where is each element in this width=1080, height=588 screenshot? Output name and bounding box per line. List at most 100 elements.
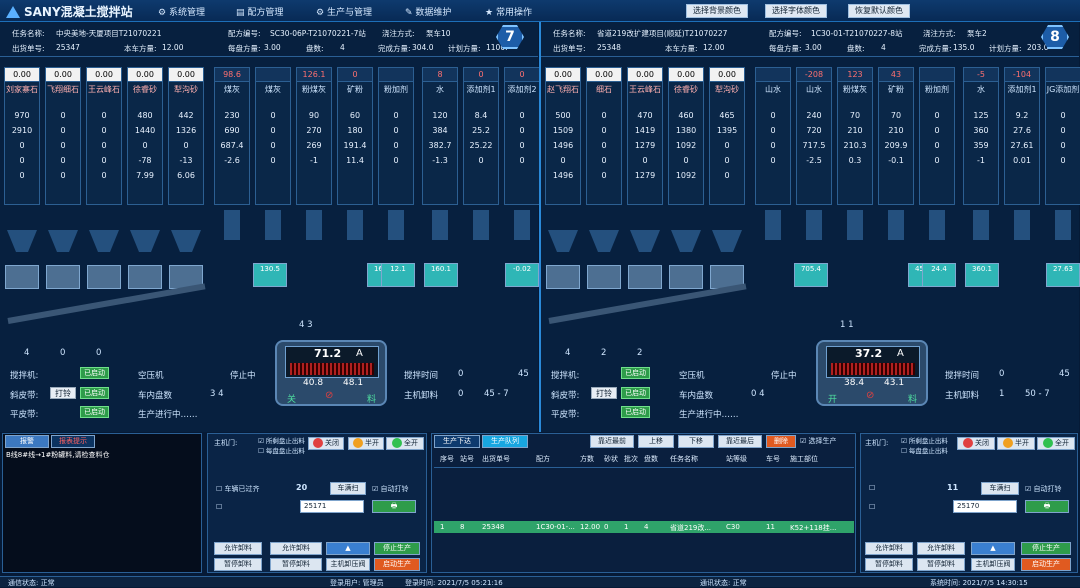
start-production-button[interactable]: 启动生产 — [374, 558, 420, 571]
pause-discharge-button-2[interactable]: 暂停卸料 — [270, 558, 322, 571]
car-full-button[interactable]: 车满扫 — [330, 482, 366, 495]
mixer[interactable]: 71.2 A 40.8 48.1 关 料 ⊘ — [275, 340, 387, 406]
material-column[interactable]: 123 粉煤灰 70 210 210.3 0.3 — [837, 67, 873, 205]
material-column[interactable]: 粉加剂 0 0 0 0 — [378, 67, 414, 205]
car-passed[interactable]: ☐ 车辆已过齐 — [216, 484, 260, 494]
start-production-button[interactable]: 启动生产 — [1021, 558, 1071, 571]
font-color-button[interactable]: 选择字体颜色 — [765, 4, 827, 18]
cb-stop-each[interactable]: ☐ 每盘盘止出料 — [258, 445, 305, 455]
door-close-button[interactable]: 关闭 — [957, 437, 995, 450]
column-header[interactable]: 方数 — [580, 454, 594, 464]
material-column[interactable]: 126.1 粉煤灰 90 270 269 -1 — [296, 67, 332, 205]
door-open-button[interactable]: 全开 — [386, 437, 424, 450]
material-column[interactable]: -104 添加剂1 9.2 27.6 27.61 0.01 — [1004, 67, 1040, 205]
pause-discharge-button-2[interactable]: 暂停卸料 — [917, 558, 965, 571]
column-header[interactable]: 站等级 — [726, 454, 747, 464]
allow-discharge-button-2[interactable]: 允许卸料 — [917, 542, 965, 555]
select-production-checkbox[interactable]: ☑ 选择生产 — [800, 436, 837, 446]
bell-button[interactable]: 打铃 — [50, 387, 76, 399]
aggregate-column[interactable]: 0.00 徐睿砂 460 1380 1092 0 1092 — [668, 67, 704, 205]
select-checkbox[interactable]: ☐ — [869, 503, 875, 511]
table-row[interactable]: 1 8 25348 1C30-01-... 12.00 0 1 4 省道219改... C30 11… — [434, 521, 854, 533]
door-half-button[interactable]: 半开 — [348, 437, 384, 450]
column-header[interactable]: 砂状 — [604, 454, 618, 464]
bell-button[interactable]: 打铃 — [591, 387, 617, 399]
tab-production-queue[interactable]: 生产队列 — [482, 435, 528, 448]
menu-system[interactable]: ⚙ 系统管理 — [158, 5, 205, 18]
delete-button[interactable]: 删除 — [766, 435, 796, 448]
reset-color-button[interactable]: 恢复默认颜色 — [848, 4, 910, 18]
material-column[interactable]: -208 山水 240 720 717.5 -2.5 — [796, 67, 832, 205]
column-header[interactable]: 盘数 — [644, 454, 658, 464]
mixer-valve-button[interactable]: 主机卸压阀 — [971, 558, 1015, 571]
material-column[interactable]: 粉加剂 0 0 0 0 — [919, 67, 955, 205]
material-column[interactable]: 山水 0 0 0 0 — [755, 67, 791, 205]
mixer-valve-button[interactable]: 主机卸压阀 — [326, 558, 370, 571]
auto-bell-checkbox[interactable]: ☑ 自动打铃 — [372, 484, 409, 494]
bg-color-button[interactable]: 选择背景颜色 — [686, 4, 748, 18]
move-up-button[interactable]: 上移 — [638, 435, 674, 448]
stop-production-button[interactable]: 停止生产 — [1021, 542, 1071, 555]
print-button[interactable]: 🖶 — [1025, 500, 1069, 513]
car-full-button[interactable]: 车满扫 — [981, 482, 1019, 495]
door-close-button[interactable]: 关闭 — [308, 437, 344, 450]
aggregate-column[interactable]: 0.00 细石 0 0 0 0 0 — [586, 67, 622, 205]
select-checkbox[interactable]: ☐ — [216, 503, 222, 511]
allow-discharge-button-2[interactable]: 允许卸料 — [270, 542, 322, 555]
aggregate-column[interactable]: 0.00 犁沟砂 465 1395 0 0 0 — [709, 67, 745, 205]
menu-data[interactable]: ✎ 数据维护 — [405, 5, 451, 18]
menu-production[interactable]: ⚙ 生产与管理 — [316, 5, 372, 18]
material-column[interactable]: 0 添加剂1 8.4 25.2 25.22 0 — [463, 67, 499, 205]
car-checkbox[interactable]: ☐ — [869, 484, 875, 492]
mixer[interactable]: 37.2 A 38.4 43.1 开 料 ⊘ — [816, 340, 928, 406]
column-header[interactable]: 施工部位 — [790, 454, 818, 464]
tab-alarm[interactable]: 报警 — [5, 435, 49, 448]
menu-common[interactable]: ★ 常用操作 — [485, 5, 532, 18]
door-half-button[interactable]: 半开 — [997, 437, 1035, 450]
order-select[interactable]: 25171 — [300, 500, 364, 513]
aggregate-column[interactable]: 0.00 赵飞翔石 500 1509 1496 0 1496 — [545, 67, 581, 205]
cb-stop-each[interactable]: ☐ 每盘盘止出料 — [901, 445, 948, 455]
door-open-button[interactable]: 全开 — [1037, 437, 1075, 450]
tab-report[interactable]: 报表提示 — [51, 435, 95, 448]
move-bottom-button[interactable]: 靠近最后 — [718, 435, 762, 448]
column-header[interactable]: 站号 — [460, 454, 474, 464]
move-down-button[interactable]: 下移 — [678, 435, 714, 448]
aggregate-column[interactable]: 0.00 王云峰石 0 0 0 0 0 — [86, 67, 122, 205]
discharge-icon[interactable]: ⊘ — [866, 390, 874, 401]
material-column[interactable]: 43 矿粉 70 210 209.9 -0.1 — [878, 67, 914, 205]
aggregate-column[interactable]: 0.00 飞翔细石 0 0 0 0 0 — [45, 67, 81, 205]
pressure-valve-button[interactable]: ▲ — [971, 542, 1015, 555]
auto-bell-checkbox[interactable]: ☑ 自动打铃 — [1025, 484, 1062, 494]
aggregate-column[interactable]: 0.00 王云峰石 470 1419 1279 0 1279 — [627, 67, 663, 205]
material-column[interactable]: JG添加剂 0 0 0 0 — [1045, 67, 1080, 205]
aggregate-column[interactable]: 0.00 刘家寨石 970 2910 0 0 0 — [4, 67, 40, 205]
cb-stop-remaining[interactable]: ☑ 所剩盘止出料 — [258, 435, 305, 445]
stop-production-button[interactable]: 停止生产 — [374, 542, 420, 555]
discharge-icon[interactable]: ⊘ — [325, 390, 333, 401]
cb-stop-remaining[interactable]: ☑ 所剩盘止出料 — [901, 435, 948, 445]
pause-discharge-button[interactable]: 暂停卸料 — [214, 558, 262, 571]
material-column[interactable]: 煤灰 0 0 0 0 — [255, 67, 291, 205]
allow-discharge-button[interactable]: 允许卸料 — [865, 542, 913, 555]
allow-discharge-button[interactable]: 允许卸料 — [214, 542, 262, 555]
material-column[interactable]: 98.6 煤灰 230 690 687.4 -2.6 — [214, 67, 250, 205]
material-column[interactable]: 8 水 120 384 382.7 -1.3 — [422, 67, 458, 205]
material-column[interactable]: -5 水 125 360 359 -1 — [963, 67, 999, 205]
menu-recipe[interactable]: ▤ 配方管理 — [236, 5, 283, 18]
tab-production-issue[interactable]: 生产下达 — [434, 435, 480, 448]
pause-discharge-button[interactable]: 暂停卸料 — [865, 558, 913, 571]
column-header[interactable]: 车号 — [766, 454, 780, 464]
move-top-button[interactable]: 靠近最前 — [590, 435, 634, 448]
pressure-valve-button[interactable]: ▲ — [326, 542, 370, 555]
print-button[interactable]: 🖶 — [372, 500, 416, 513]
column-header[interactable]: 任务名称 — [670, 454, 698, 464]
aggregate-column[interactable]: 0.00 徐睿砂 480 1440 0 -78 7.99 — [127, 67, 163, 205]
column-header[interactable]: 序号 — [440, 454, 454, 464]
material-column[interactable]: 0 矿粉 60 180 191.4 11.4 — [337, 67, 373, 205]
column-header[interactable]: 配方 — [536, 454, 550, 464]
column-header[interactable]: 批次 — [624, 454, 638, 464]
column-header[interactable]: 出货单号 — [482, 454, 510, 464]
aggregate-column[interactable]: 0.00 犁沟砂 442 1326 0 -13 6.06 — [168, 67, 204, 205]
order-select[interactable]: 25170 — [953, 500, 1017, 513]
